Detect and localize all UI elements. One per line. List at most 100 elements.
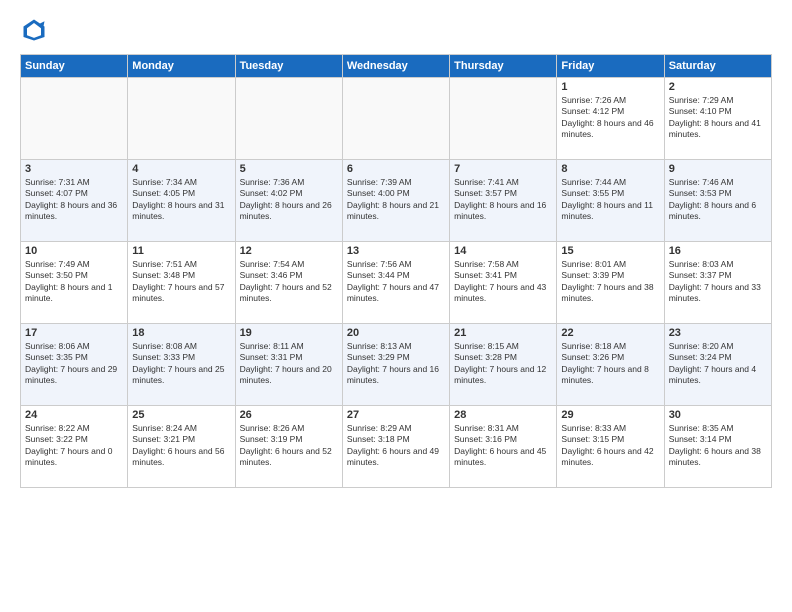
calendar-cell — [128, 78, 235, 160]
day-number: 19 — [240, 327, 338, 339]
calendar-cell: 25 Sunrise: 8:24 AM Sunset: 3:21 PM Dayli… — [128, 406, 235, 488]
day-number: 7 — [454, 163, 552, 175]
day-info: Sunrise: 8:35 AM Sunset: 3:14 PM Dayligh… — [669, 423, 767, 469]
day-info: Sunrise: 7:31 AM Sunset: 4:07 PM Dayligh… — [25, 177, 123, 223]
day-info: Sunrise: 8:24 AM Sunset: 3:21 PM Dayligh… — [132, 423, 230, 469]
day-number: 8 — [561, 163, 659, 175]
day-number: 16 — [669, 245, 767, 257]
calendar-cell: 28 Sunrise: 8:31 AM Sunset: 3:16 PM Dayli… — [450, 406, 557, 488]
calendar-cell — [21, 78, 128, 160]
day-info: Sunrise: 7:54 AM Sunset: 3:46 PM Dayligh… — [240, 259, 338, 305]
day-info: Sunrise: 8:08 AM Sunset: 3:33 PM Dayligh… — [132, 341, 230, 387]
day-info: Sunrise: 7:44 AM Sunset: 3:55 PM Dayligh… — [561, 177, 659, 223]
calendar-cell: 21Sunrise: 8:15 AM Sunset: 3:28 PM Dayli… — [450, 324, 557, 406]
calendar-cell: 20 Sunrise: 8:13 AM Sunset: 3:29 PM Dayli… — [342, 324, 449, 406]
day-number: 24 — [25, 409, 123, 421]
calendar-header-row: SundayMondayTuesdayWednesdayThursdayFrid… — [21, 55, 772, 78]
calendar-cell: 27 Sunrise: 8:29 AM Sunset: 3:18 PM Dayli… — [342, 406, 449, 488]
day-info: Sunrise: 7:56 AM Sunset: 3:44 PM Dayligh… — [347, 259, 445, 305]
calendar-cell: 30 Sunrise: 8:35 AM Sunset: 3:14 PM Dayli… — [664, 406, 771, 488]
calendar-cell: 9 Sunrise: 7:46 AM Sunset: 3:53 PM Daylig… — [664, 160, 771, 242]
day-info: Sunrise: 7:51 AM Sunset: 3:48 PM Dayligh… — [132, 259, 230, 305]
day-number: 28 — [454, 409, 552, 421]
weekday-header: Monday — [128, 55, 235, 78]
day-number: 2 — [669, 81, 767, 93]
day-info: Sunrise: 8:22 AM Sunset: 3:22 PM Dayligh… — [25, 423, 123, 469]
day-number: 11 — [132, 245, 230, 257]
calendar-week-row: 3 Sunrise: 7:31 AM Sunset: 4:07 PM Daylig… — [21, 160, 772, 242]
calendar-cell: 16 Sunrise: 8:03 AM Sunset: 3:37 PM Dayli… — [664, 242, 771, 324]
calendar-week-row: 10Sunrise: 7:49 AM Sunset: 3:50 PM Dayli… — [21, 242, 772, 324]
calendar-week-row: 1 Sunrise: 7:26 AM Sunset: 4:12 PM Daylig… — [21, 78, 772, 160]
day-info: Sunrise: 7:58 AM Sunset: 3:41 PM Dayligh… — [454, 259, 552, 305]
day-info: Sunrise: 8:11 AM Sunset: 3:31 PM Dayligh… — [240, 341, 338, 387]
day-info: Sunrise: 7:49 AM Sunset: 3:50 PM Dayligh… — [25, 259, 123, 305]
calendar-cell: 1 Sunrise: 7:26 AM Sunset: 4:12 PM Daylig… — [557, 78, 664, 160]
day-number: 9 — [669, 163, 767, 175]
calendar-week-row: 17Sunrise: 8:06 AM Sunset: 3:35 PM Dayli… — [21, 324, 772, 406]
calendar-cell: 23Sunrise: 8:20 AM Sunset: 3:24 PM Dayli… — [664, 324, 771, 406]
calendar-cell: 11 Sunrise: 7:51 AM Sunset: 3:48 PM Dayli… — [128, 242, 235, 324]
day-number: 27 — [347, 409, 445, 421]
day-info: Sunrise: 8:01 AM Sunset: 3:39 PM Dayligh… — [561, 259, 659, 305]
day-number: 18 — [132, 327, 230, 339]
day-info: Sunrise: 8:03 AM Sunset: 3:37 PM Dayligh… — [669, 259, 767, 305]
day-number: 4 — [132, 163, 230, 175]
calendar-cell: 26 Sunrise: 8:26 AM Sunset: 3:19 PM Dayli… — [235, 406, 342, 488]
day-number: 30 — [669, 409, 767, 421]
calendar: SundayMondayTuesdayWednesdayThursdayFrid… — [20, 54, 772, 488]
day-info: Sunrise: 8:31 AM Sunset: 3:16 PM Dayligh… — [454, 423, 552, 469]
page: SundayMondayTuesdayWednesdayThursdayFrid… — [0, 0, 792, 612]
day-number: 25 — [132, 409, 230, 421]
day-info: Sunrise: 8:18 AM Sunset: 3:26 PM Dayligh… — [561, 341, 659, 387]
day-number: 26 — [240, 409, 338, 421]
weekday-header: Tuesday — [235, 55, 342, 78]
calendar-cell: 8 Sunrise: 7:44 AM Sunset: 3:55 PM Daylig… — [557, 160, 664, 242]
day-number: 17 — [25, 327, 123, 339]
day-number: 6 — [347, 163, 445, 175]
calendar-cell: 22 Sunrise: 8:18 AM Sunset: 3:26 PM Dayli… — [557, 324, 664, 406]
calendar-cell: 5Sunrise: 7:36 AM Sunset: 4:02 PM Daylig… — [235, 160, 342, 242]
weekday-header: Wednesday — [342, 55, 449, 78]
calendar-cell: 10Sunrise: 7:49 AM Sunset: 3:50 PM Dayli… — [21, 242, 128, 324]
logo — [20, 16, 52, 44]
day-number: 3 — [25, 163, 123, 175]
calendar-cell — [235, 78, 342, 160]
calendar-cell: 12 Sunrise: 7:54 AM Sunset: 3:46 PM Dayli… — [235, 242, 342, 324]
day-number: 15 — [561, 245, 659, 257]
day-info: Sunrise: 8:26 AM Sunset: 3:19 PM Dayligh… — [240, 423, 338, 469]
day-info: Sunrise: 7:29 AM Sunset: 4:10 PM Dayligh… — [669, 95, 767, 141]
day-number: 29 — [561, 409, 659, 421]
calendar-cell: 2 Sunrise: 7:29 AM Sunset: 4:10 PM Daylig… — [664, 78, 771, 160]
day-info: Sunrise: 8:33 AM Sunset: 3:15 PM Dayligh… — [561, 423, 659, 469]
calendar-cell: 29 Sunrise: 8:33 AM Sunset: 3:15 PM Dayli… — [557, 406, 664, 488]
day-info: Sunrise: 7:46 AM Sunset: 3:53 PM Dayligh… — [669, 177, 767, 223]
header — [20, 16, 772, 44]
day-number: 20 — [347, 327, 445, 339]
calendar-cell: 17Sunrise: 8:06 AM Sunset: 3:35 PM Dayli… — [21, 324, 128, 406]
logo-icon — [20, 16, 48, 44]
day-info: Sunrise: 7:26 AM Sunset: 4:12 PM Dayligh… — [561, 95, 659, 141]
day-number: 12 — [240, 245, 338, 257]
day-number: 5 — [240, 163, 338, 175]
day-info: Sunrise: 8:29 AM Sunset: 3:18 PM Dayligh… — [347, 423, 445, 469]
weekday-header: Friday — [557, 55, 664, 78]
day-number: 1 — [561, 81, 659, 93]
day-info: Sunrise: 8:13 AM Sunset: 3:29 PM Dayligh… — [347, 341, 445, 387]
day-number: 14 — [454, 245, 552, 257]
calendar-cell: 18 Sunrise: 8:08 AM Sunset: 3:33 PM Dayli… — [128, 324, 235, 406]
weekday-header: Thursday — [450, 55, 557, 78]
calendar-cell: 13Sunrise: 7:56 AM Sunset: 3:44 PM Dayli… — [342, 242, 449, 324]
calendar-week-row: 24 Sunrise: 8:22 AM Sunset: 3:22 PM Dayli… — [21, 406, 772, 488]
day-number: 22 — [561, 327, 659, 339]
day-info: Sunrise: 8:15 AM Sunset: 3:28 PM Dayligh… — [454, 341, 552, 387]
calendar-cell — [342, 78, 449, 160]
calendar-cell: 7Sunrise: 7:41 AM Sunset: 3:57 PM Daylig… — [450, 160, 557, 242]
calendar-cell: 24 Sunrise: 8:22 AM Sunset: 3:22 PM Dayli… — [21, 406, 128, 488]
calendar-cell: 15 Sunrise: 8:01 AM Sunset: 3:39 PM Dayli… — [557, 242, 664, 324]
calendar-cell: 3 Sunrise: 7:31 AM Sunset: 4:07 PM Daylig… — [21, 160, 128, 242]
calendar-cell: 14 Sunrise: 7:58 AM Sunset: 3:41 PM Dayli… — [450, 242, 557, 324]
calendar-cell: 19 Sunrise: 8:11 AM Sunset: 3:31 PM Dayli… — [235, 324, 342, 406]
calendar-cell — [450, 78, 557, 160]
day-number: 23 — [669, 327, 767, 339]
